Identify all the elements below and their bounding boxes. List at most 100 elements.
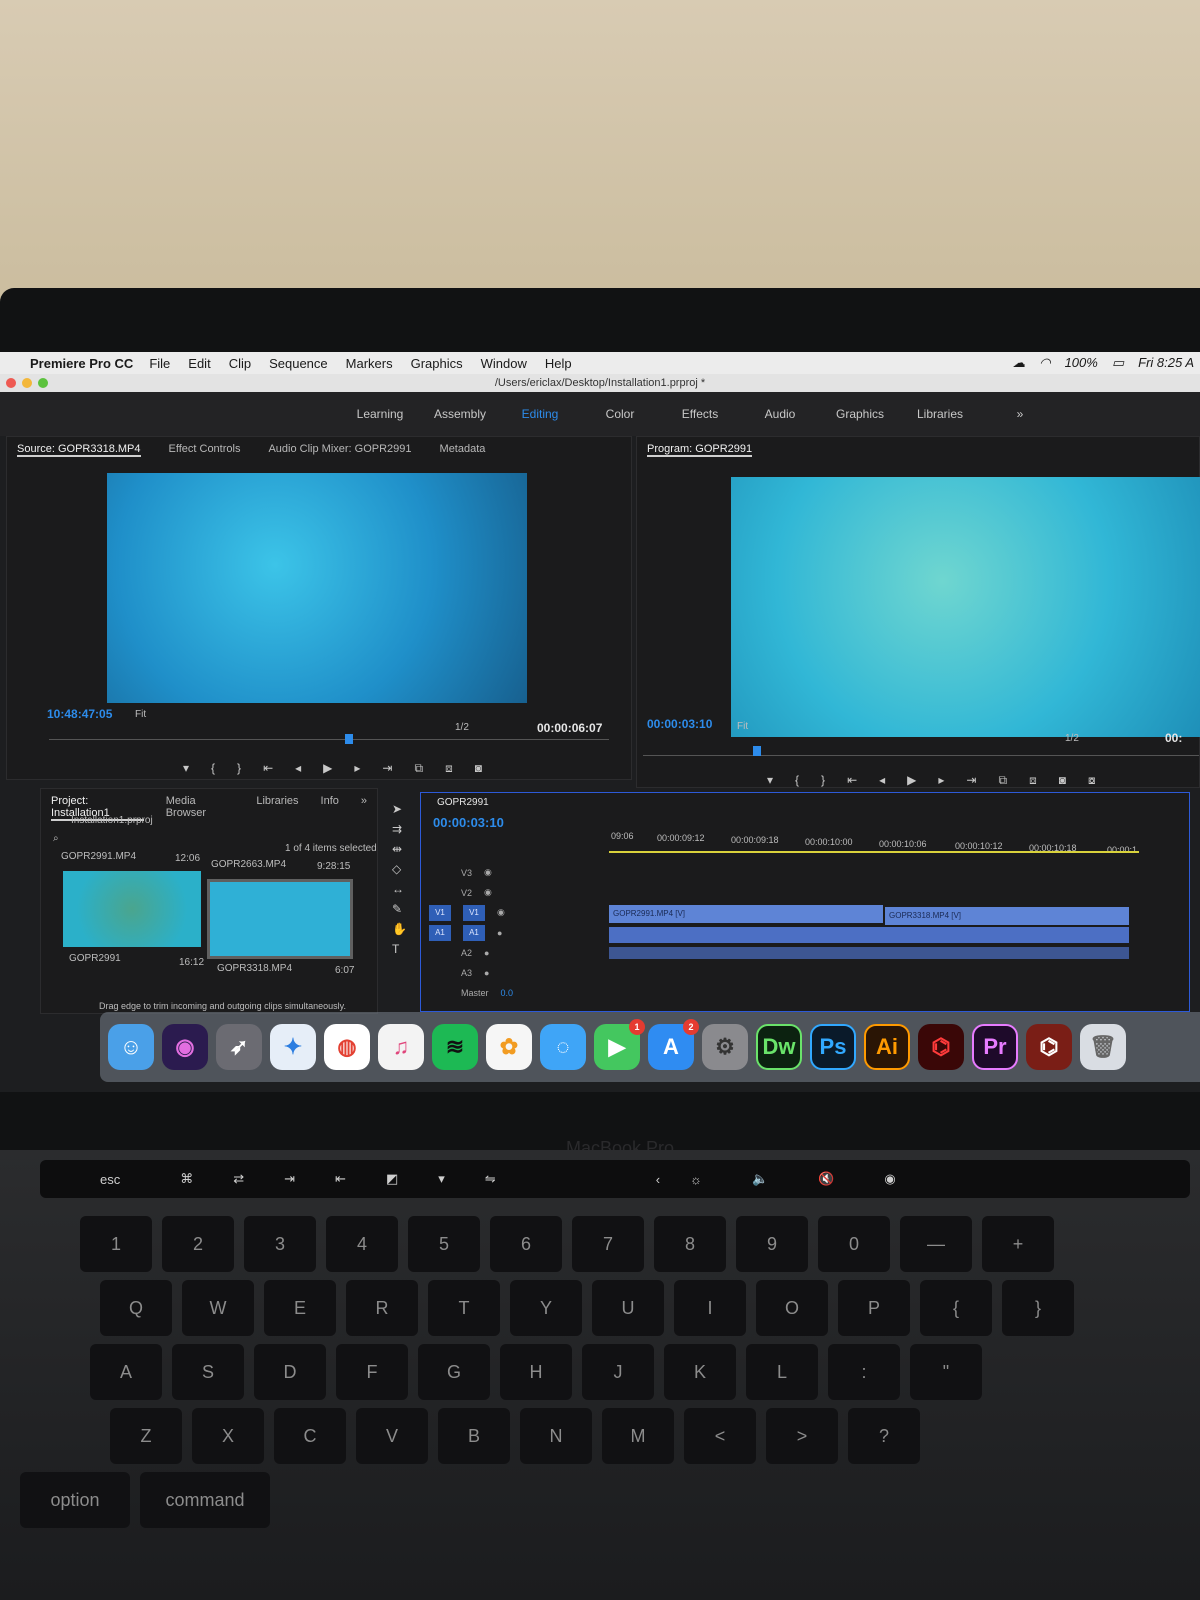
menu-help[interactable]: Help (545, 356, 572, 371)
track-label[interactable]: V1 (463, 904, 485, 921)
marker-icon[interactable]: ▾ (767, 773, 773, 788)
eye-icon[interactable]: ◉ (484, 867, 492, 878)
tab-metadata[interactable]: Metadata (440, 443, 486, 457)
key[interactable]: O (756, 1280, 828, 1336)
menu-window[interactable]: Window (481, 356, 527, 371)
key[interactable]: N (520, 1408, 592, 1464)
tab-audio-clip-mixer[interactable]: Audio Clip Mixer: GOPR2991 (268, 443, 411, 457)
key[interactable]: " (910, 1344, 982, 1400)
key[interactable]: 4 (326, 1216, 398, 1272)
acrobat-icon[interactable]: ⌬ (918, 1024, 964, 1070)
type-tool-icon[interactable]: T (392, 942, 407, 956)
key[interactable]: 6 (490, 1216, 562, 1272)
workspace-libraries[interactable]: Libraries (900, 407, 980, 421)
workspace-audio[interactable]: Audio (740, 407, 820, 421)
step-forward-icon[interactable]: ▸ (938, 773, 944, 788)
key[interactable]: R (346, 1280, 418, 1336)
clip-thumbnail-selected[interactable] (207, 879, 353, 959)
eye-icon[interactable]: ◉ (484, 887, 492, 898)
key[interactable]: C (274, 1408, 346, 1464)
documents-folder-icon[interactable]: ⌬ (1026, 1024, 1072, 1070)
track-select-tool-icon[interactable]: ⇉ (392, 822, 407, 836)
key[interactable]: X (192, 1408, 264, 1464)
menu-graphics[interactable]: Graphics (411, 356, 463, 371)
key[interactable]: — (900, 1216, 972, 1272)
siri-icon[interactable]: ◉ (162, 1024, 208, 1070)
key[interactable]: H (500, 1344, 572, 1400)
tab-info[interactable]: Info (321, 795, 339, 821)
key[interactable]: 0 (818, 1216, 890, 1272)
menu-edit[interactable]: Edit (188, 356, 210, 371)
minimize-window-button[interactable] (22, 378, 32, 388)
touchbar-icon[interactable]: ⇋ (485, 1171, 496, 1187)
touchbar-icon[interactable]: ⇤ (335, 1171, 346, 1187)
key[interactable]: E (264, 1280, 336, 1336)
slip-tool-icon[interactable]: ↔ (392, 882, 407, 896)
audio-clip[interactable] (609, 927, 1129, 943)
source-patch-a1[interactable]: A1 (429, 924, 451, 941)
mark-in-icon[interactable]: { (795, 773, 799, 788)
key[interactable]: Z (110, 1408, 182, 1464)
creative-cloud-icon[interactable]: ☁ (1012, 355, 1025, 371)
touchbar-icon[interactable]: ⇥ (284, 1171, 295, 1187)
mute-icon[interactable]: 🔇 (818, 1171, 834, 1187)
source-time-ruler[interactable] (49, 739, 609, 740)
key[interactable]: : (828, 1344, 900, 1400)
key[interactable]: W (182, 1280, 254, 1336)
key[interactable]: T (428, 1280, 500, 1336)
key[interactable]: } (1002, 1280, 1074, 1336)
touchbar-icon[interactable]: ⇄ (233, 1171, 244, 1187)
photoshop-icon[interactable]: Ps (810, 1024, 856, 1070)
video-clip[interactable]: GOPR2991.MP4 [V] (609, 905, 883, 923)
key[interactable]: B (438, 1408, 510, 1464)
dreamweaver-icon[interactable]: Dw (756, 1024, 802, 1070)
workspace-effects[interactable]: Effects (660, 407, 740, 421)
source-playhead[interactable] (345, 734, 353, 744)
close-window-button[interactable] (6, 378, 16, 388)
hand-tool-icon[interactable]: ✋ (392, 922, 407, 936)
zoom-window-button[interactable] (38, 378, 48, 388)
audio-clip[interactable] (609, 947, 1129, 959)
play-icon[interactable]: ▶ (907, 773, 916, 788)
source-fit-select[interactable]: Fit (135, 709, 146, 720)
mic-icon[interactable]: ● (484, 948, 489, 958)
razor-tool-icon[interactable]: ◇ (392, 862, 407, 876)
project-more-button[interactable]: » (361, 795, 367, 821)
tab-effect-controls[interactable]: Effect Controls (169, 443, 241, 457)
menu-clip[interactable]: Clip (229, 356, 251, 371)
key[interactable]: F (336, 1344, 408, 1400)
chevron-left-icon[interactable]: ‹ (656, 1172, 660, 1187)
key[interactable]: I (674, 1280, 746, 1336)
source-patch-v1[interactable]: V1 (429, 904, 451, 921)
touchbar-icon[interactable]: ◩ (386, 1171, 398, 1187)
key[interactable]: 7 (572, 1216, 644, 1272)
go-to-out-icon[interactable]: ⇥ (966, 773, 976, 788)
workspace-color[interactable]: Color (580, 407, 660, 421)
program-time-ruler[interactable] (643, 755, 1199, 756)
video-clip[interactable]: GOPR3318.MP4 [V] (885, 907, 1129, 925)
key[interactable]: D (254, 1344, 326, 1400)
app-menu[interactable]: Premiere Pro CC (30, 356, 133, 371)
key[interactable]: 2 (162, 1216, 234, 1272)
eye-icon[interactable]: ◉ (497, 907, 505, 918)
work-area-bar[interactable] (609, 851, 1139, 853)
clip-thumbnail[interactable] (63, 871, 201, 947)
sequence-tab[interactable]: GOPR2991 (437, 797, 489, 808)
go-to-in-icon[interactable]: ⇤ (263, 761, 273, 776)
premiere-icon[interactable]: Pr (972, 1024, 1018, 1070)
touchbar-icon[interactable]: ⌘ (180, 1171, 193, 1187)
key[interactable]: L (746, 1344, 818, 1400)
track-label[interactable]: A1 (463, 924, 485, 941)
go-to-in-icon[interactable]: ⇤ (847, 773, 857, 788)
menu-file[interactable]: File (149, 356, 170, 371)
step-back-icon[interactable]: ◂ (879, 773, 885, 788)
key[interactable]: 9 (736, 1216, 808, 1272)
key[interactable]: < (684, 1408, 756, 1464)
key[interactable]: P (838, 1280, 910, 1336)
key[interactable]: 1 (80, 1216, 152, 1272)
key[interactable]: ? (848, 1408, 920, 1464)
touchbar-icon[interactable]: ▾ (438, 1171, 445, 1187)
camera-icon[interactable]: ◙ (1059, 773, 1066, 788)
key[interactable]: + (982, 1216, 1054, 1272)
program-fit-select[interactable]: Fit (737, 721, 748, 732)
